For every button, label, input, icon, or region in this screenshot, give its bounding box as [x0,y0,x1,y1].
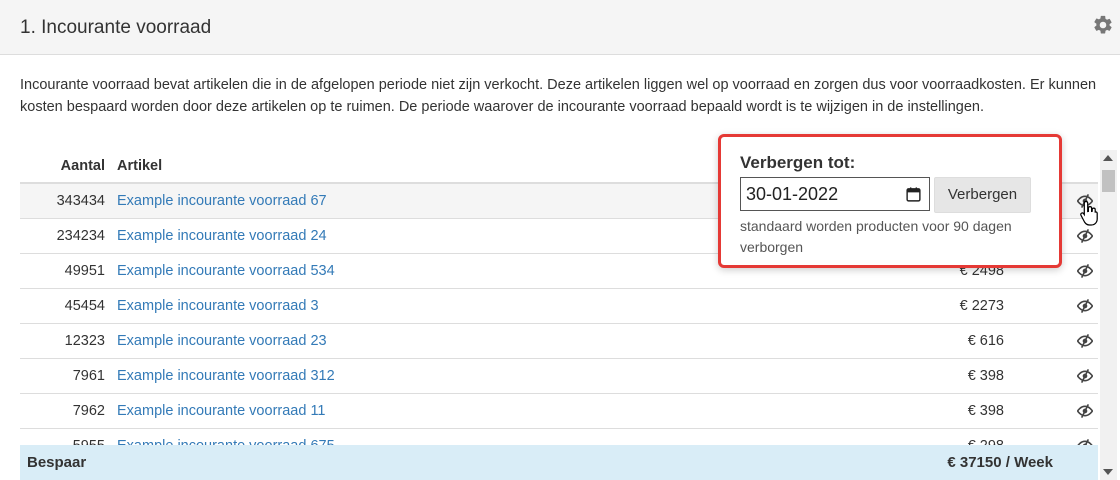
eye-slash-icon[interactable] [1077,298,1093,314]
row-aantal: 12323 [64,333,105,349]
panel-header: 1. Incourante voorraad [0,0,1120,55]
intro-text: Incourante voorraad bevat artikelen die … [20,77,1097,115]
row-kosten: € 616 [967,333,1004,349]
savings-label: Bespaar [27,454,87,471]
page-title: 1. Incourante voorraad [20,17,212,38]
row-kosten: € 398 [967,368,1004,384]
column-header-aantal[interactable]: Aantal [61,158,105,174]
row-aantal: 7961 [72,368,105,384]
eye-slash-icon[interactable] [1077,263,1093,279]
scroll-up-arrow-icon[interactable] [1103,155,1113,161]
scroll-thumb[interactable] [1102,170,1115,192]
savings-total: € 37150 / Week [947,454,1053,471]
popover-title: Verbergen tot: [740,153,856,172]
table-row: 45454 Example incourante voorraad 3 € 2273 [20,289,1098,324]
date-value: 30-01-2022 [746,184,839,204]
row-artikel-link[interactable]: Example incourante voorraad 534 [117,263,335,279]
gear-icon[interactable] [1092,14,1114,36]
eye-slash-icon[interactable] [1077,368,1093,384]
row-aantal: 45454 [64,298,105,314]
row-artikel-link[interactable]: Example incourante voorraad 11 [117,403,326,419]
calendar-icon[interactable] [905,186,922,203]
table-row: 7962 Example incourante voorraad 11 € 398 [20,394,1098,429]
table-row: 7961 Example incourante voorraad 312 € 398 [20,359,1098,394]
column-header-artikel[interactable]: Artikel [117,158,162,174]
row-aantal: 234234 [56,228,105,244]
row-aantal: 49951 [64,263,105,279]
row-aantal: 343434 [56,193,105,209]
row-artikel-link[interactable]: Example incourante voorraad 3 [117,298,319,314]
row-artikel-link[interactable]: Example incourante voorraad 23 [117,333,327,349]
scroll-down-arrow-icon[interactable] [1103,469,1113,475]
hide-until-popover: Verbergen tot: 30-01-2022 Verbergen stan… [718,134,1062,268]
eye-slash-icon[interactable] [1077,403,1093,419]
savings-footer: Bespaar € 37150 / Week [20,445,1098,480]
row-kosten: € 398 [967,403,1004,419]
hide-button[interactable]: Verbergen [934,177,1031,213]
row-aantal: 7962 [72,403,105,419]
hand-cursor-icon [1080,200,1098,226]
eye-slash-icon[interactable] [1077,228,1093,244]
row-artikel-link[interactable]: Example incourante voorraad 312 [117,368,335,384]
hide-until-date-input[interactable]: 30-01-2022 [740,177,930,211]
popover-help-text: standaard worden producten voor 90 dagen… [740,218,1012,255]
table-row: 12323 Example incourante voorraad 23 € 616 [20,324,1098,359]
scrollbar[interactable] [1100,150,1117,480]
row-artikel-link[interactable]: Example incourante voorraad 24 [117,228,327,244]
eye-slash-icon[interactable] [1077,333,1093,349]
row-artikel-link[interactable]: Example incourante voorraad 67 [117,193,327,209]
row-kosten: € 2273 [959,298,1004,314]
